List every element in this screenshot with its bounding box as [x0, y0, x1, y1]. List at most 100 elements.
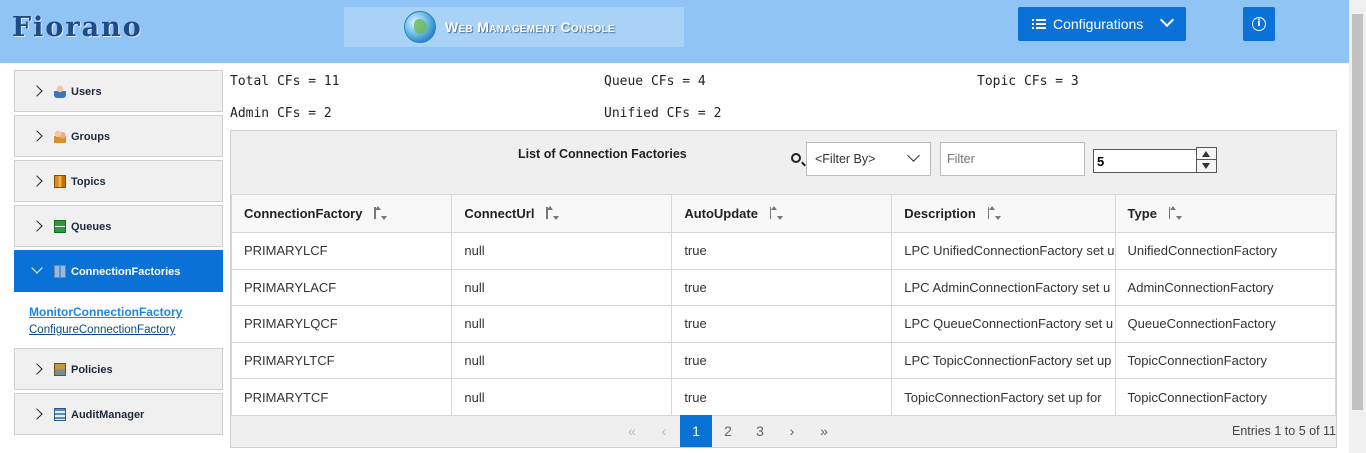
sidebar-item-users[interactable]: Users: [14, 70, 223, 112]
table-row[interactable]: PRIMARYLQCF null true LPC QueueConnectio…: [230, 305, 1337, 343]
queue-cfs-stat: Queue CFs = 4: [604, 74, 706, 89]
page-size-stepper[interactable]: 5: [1093, 147, 1217, 175]
table-cell: PRIMARYLCF: [230, 232, 453, 270]
panel-title: List of Connection Factories: [518, 147, 687, 161]
entries-count: Entries 1 to 5 of 11: [1232, 424, 1336, 438]
info-icon: i: [1252, 17, 1266, 31]
page-size-value[interactable]: 5: [1093, 149, 1198, 173]
unified-cfs-stat: Unified CFs = 2: [604, 106, 722, 121]
chevron-right-icon: [31, 220, 43, 232]
table-cell: PRIMARYLQCF: [230, 305, 453, 343]
globe-icon: [404, 11, 436, 43]
first-page-button[interactable]: «: [616, 415, 648, 447]
sidebar-item-queues[interactable]: Queues: [14, 205, 223, 247]
monitor-connection-factory-link[interactable]: MonitorConnectionFactory: [29, 303, 223, 321]
column-header-connection-factory[interactable]: ConnectionFactory: [230, 194, 453, 233]
header-bar: Fiorano Web Management Console Configura…: [0, 0, 1366, 63]
sidebar-item-label: Topics: [71, 176, 106, 188]
admin-cfs-stat: Admin CFs = 2: [230, 106, 332, 121]
column-header-type[interactable]: Type: [1114, 194, 1337, 233]
table-row[interactable]: PRIMARYTCF null true TopicConnectionFact…: [230, 378, 1337, 416]
sidebar-item-label: AuditManager: [71, 409, 145, 421]
table-row[interactable]: PRIMARYLCF null true LPC UnifiedConnecti…: [230, 232, 1337, 270]
page-button-3[interactable]: 3: [744, 415, 776, 447]
chevron-right-icon: [31, 85, 43, 97]
table-header-row: ConnectionFactory ConnectUrl AutoUpdate …: [230, 194, 1337, 233]
sidebar-item-label: Queues: [71, 221, 112, 233]
sidebar-item-label: Groups: [71, 131, 111, 143]
configurations-label: Configurations: [1053, 16, 1144, 32]
sidebar-item-groups[interactable]: Groups: [14, 115, 223, 157]
configure-connection-factory-link[interactable]: ConfigureConnectionFactory: [29, 321, 223, 339]
table-cell: true: [671, 232, 893, 270]
page-scrollbar[interactable]: [1349, 0, 1366, 453]
sidebar-item-topics[interactable]: Topics: [14, 160, 223, 202]
chevron-right-icon: [31, 130, 43, 142]
spin-down-icon[interactable]: [1197, 160, 1216, 172]
table-cell: LPC AdminConnectionFactory set u: [891, 268, 1116, 307]
console-title: Web Management Console: [445, 19, 615, 35]
console-banner: Web Management Console: [344, 7, 684, 47]
table-cell: PRIMARYLTCF: [230, 341, 453, 380]
table-row[interactable]: PRIMARYLACF null true LPC AdminConnectio…: [230, 268, 1337, 307]
topic-cfs-stat: Topic CFs = 3: [977, 74, 1079, 89]
table-cell: PRIMARYLACF: [230, 268, 453, 307]
list-icon: [1032, 18, 1046, 30]
filter-input[interactable]: [940, 142, 1085, 176]
table-cell: true: [671, 378, 893, 416]
sidebar-item-policies[interactable]: Policies: [14, 348, 223, 390]
chevron-down-icon: [907, 149, 920, 162]
spin-up-icon[interactable]: [1197, 148, 1216, 160]
last-page-button[interactable]: »: [808, 415, 840, 447]
audit-manager-icon: [54, 408, 66, 421]
sort-icon[interactable]: [546, 206, 560, 220]
table-cell: TopicConnectionFactory: [1114, 378, 1337, 416]
chevron-right-icon: [31, 408, 43, 420]
table-cell: AdminConnectionFactory: [1114, 268, 1337, 307]
configurations-dropdown-button[interactable]: Configurations: [1018, 7, 1186, 41]
sidebar-item-label: Policies: [71, 364, 113, 376]
sort-icon[interactable]: [769, 206, 784, 220]
sort-icon[interactable]: [1168, 206, 1183, 220]
search-icon: [791, 153, 801, 163]
prev-page-button[interactable]: ‹: [648, 415, 680, 447]
page-button-1[interactable]: 1: [680, 415, 712, 447]
table-row[interactable]: PRIMARYLTCF null true LPC TopicConnectio…: [230, 341, 1337, 380]
table-cell: null: [451, 268, 673, 307]
policies-icon: [54, 363, 66, 376]
column-header-connect-url[interactable]: ConnectUrl: [451, 194, 673, 233]
sort-icon[interactable]: [987, 206, 1002, 220]
groups-icon: [54, 130, 66, 143]
filter-by-select[interactable]: <Filter By>: [806, 142, 931, 176]
sidebar: Users Groups Topics Queues ConnectionFac…: [14, 70, 223, 438]
page-button-2[interactable]: 2: [712, 415, 744, 447]
scrollbar-thumb[interactable]: [1352, 14, 1363, 410]
chevron-down-icon: [1159, 12, 1175, 28]
page-size-spinner[interactable]: [1196, 147, 1217, 173]
table-cell: true: [671, 341, 893, 380]
table-cell: null: [451, 305, 673, 343]
table-cell: PRIMARYTCF: [230, 378, 453, 416]
sidebar-item-audit-manager[interactable]: AuditManager: [14, 393, 223, 435]
sort-icon[interactable]: [374, 206, 388, 220]
chevron-right-icon: [31, 175, 43, 187]
table-cell: true: [671, 305, 893, 343]
column-header-description[interactable]: Description: [891, 194, 1116, 233]
sidebar-item-connection-factories[interactable]: ConnectionFactories: [14, 250, 223, 292]
table-cell: null: [451, 378, 673, 416]
sidebar-item-label: Users: [71, 86, 102, 98]
next-page-button[interactable]: ›: [776, 415, 808, 447]
filter-by-value: <Filter By>: [815, 152, 876, 166]
table-cell: TopicConnectionFactory set up for: [891, 378, 1116, 416]
connection-factories-submenu: MonitorConnectionFactory ConfigureConnec…: [14, 295, 223, 348]
table-cell: TopicConnectionFactory: [1114, 341, 1337, 380]
table-cell: LPC QueueConnectionFactory set u: [891, 305, 1116, 343]
connection-factories-table: ConnectionFactory ConnectUrl AutoUpdate …: [230, 194, 1337, 416]
queues-icon: [54, 220, 66, 233]
column-header-auto-update[interactable]: AutoUpdate: [671, 194, 893, 233]
chevron-down-icon: [31, 262, 43, 274]
table-cell: null: [451, 232, 673, 270]
info-button[interactable]: i: [1243, 7, 1275, 41]
table-cell: LPC UnifiedConnectionFactory set u: [891, 232, 1116, 270]
user-icon: [54, 85, 66, 98]
